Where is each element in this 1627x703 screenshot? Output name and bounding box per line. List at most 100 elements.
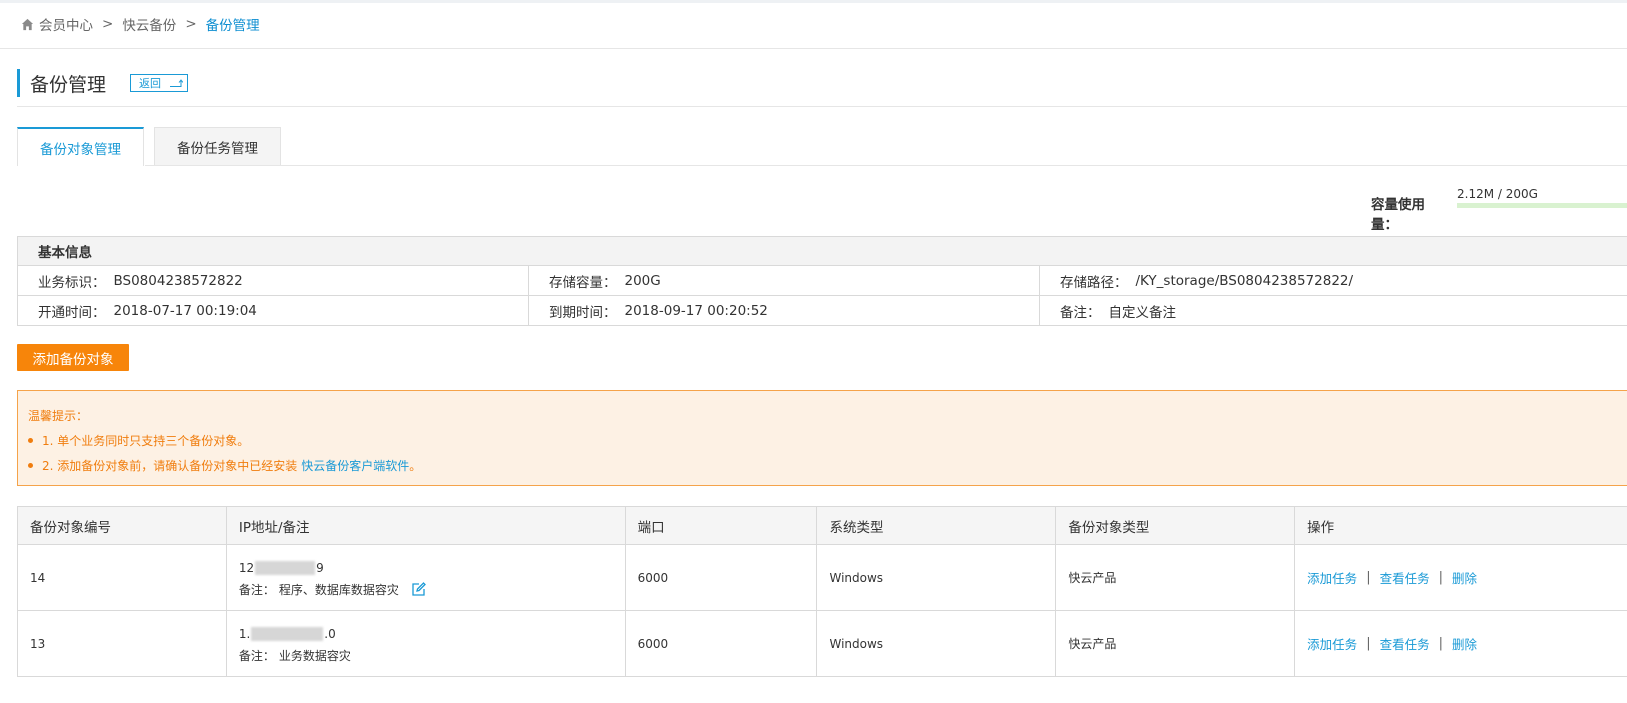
tips-item: 1. 单个业务同时只支持三个备份对象。 [28,432,249,449]
info-value: 自定义备注 [1108,304,1177,321]
cell-actions: 添加任务 | 查看任务 | 删除 [1294,610,1627,677]
cell-port: 6000 [624,544,818,611]
column-header-os: 系统类型 [816,506,1057,545]
ip-address: 1. .0 [239,624,624,644]
info-key: 到期时间： [549,304,617,321]
bullet-icon [28,463,33,468]
info-cell-remark: 备注： 自定义备注 [1040,296,1627,325]
info-cell-storage-path: 存储路径： /KY_storage/BS0804238572822/ [1040,266,1627,295]
column-header-ip: IP地址/备注 [225,506,626,545]
divider [0,48,1627,49]
add-task-link[interactable]: 添加任务 [1307,634,1357,653]
capacity-usage: 容量使用量： 2.12M / 200G [1371,187,1627,233]
cell-object-type: 快云产品 [1055,610,1296,677]
ip-visible-start: 12 [238,560,255,575]
page-header: 备份管理 返回 [17,69,189,97]
ip-visible-end: 9 [316,560,324,575]
note-label: 备注： [238,582,275,597]
edit-icon[interactable] [411,581,426,597]
cell-id: 13 [17,610,227,677]
info-cell-open-time: 开通时间： 2018-07-17 00:19:04 [18,296,529,325]
delete-link[interactable]: 删除 [1452,568,1477,587]
capacity-usage-label: 容量使用量： [1371,197,1425,233]
info-cell-expire-time: 到期时间： 2018-09-17 00:20:52 [529,296,1040,325]
breadcrumb-member-center[interactable]: 会员中心 [39,14,93,34]
note-text: 业务数据容灾 [278,648,351,663]
info-key: 业务标识： [38,274,106,291]
tips-item: 2. 添加备份对象前，请确认备份对象中已经安装 快云备份客户端软件 。 [28,457,421,474]
back-button-label: 返回 [139,77,162,90]
info-value: 2018-07-17 00:19:04 [113,302,257,319]
info-row: 开通时间： 2018-07-17 00:19:04 到期时间： 2018-09-17… [18,296,1627,325]
info-row: 业务标识： BS0804238572822 存储容量： 200G 存储路径： /KY_… [18,266,1627,296]
info-key: 开通时间： [38,304,106,321]
delete-link[interactable]: 删除 [1452,634,1477,653]
redacted-mask [251,626,324,641]
tips-item-text: 1. 单个业务同时只支持三个备份对象。 [42,434,250,448]
info-cell-storage-capacity: 存储容量： 200G [529,266,1040,295]
table-row: 13 1. .0 备注： 业务数据容灾 6000 Windows 快云产品 添加… [17,610,1627,677]
ip-visible-start: 1. [238,626,251,641]
view-tasks-link[interactable]: 查看任务 [1380,568,1430,587]
note-text: 程序、数据库数据容灾 [278,582,399,597]
page-title: 备份管理 [30,73,107,96]
bullet-icon [28,438,33,443]
action-separator: | [1438,570,1443,585]
back-arrow-icon [170,78,184,87]
tab-backup-task-management[interactable]: 备份任务管理 [154,127,281,165]
column-header-port: 端口 [624,506,818,545]
info-value: /KY_storage/BS0804238572822/ [1135,272,1354,289]
breadcrumb: 会员中心 > 快云备份 > 备份管理 [21,14,260,34]
action-separator: | [1366,636,1371,651]
ip-visible-end: .0 [324,626,336,641]
info-cell-business-id: 业务标识： BS0804238572822 [18,266,529,295]
action-separator: | [1438,636,1443,651]
top-border [0,0,1627,3]
info-key: 存储容量： [549,274,617,291]
table-row: 14 12 9 备注： 程序、数据库数据容灾 6000 Windows 快云产品… [17,544,1627,611]
note-label: 备注： [238,648,275,663]
breadcrumb-separator: > [185,16,197,32]
cell-port: 6000 [624,610,818,677]
cell-os: Windows [816,544,1057,611]
column-header-type: 备份对象类型 [1055,506,1296,545]
tips-title: 温馨提示： [28,409,89,423]
row-actions: 添加任务 | 查看任务 | 删除 [1307,634,1627,653]
table-header-row: 备份对象编号 IP地址/备注 端口 系统类型 备份对象类型 操作 [17,506,1627,545]
breadcrumb-current: 备份管理 [205,18,260,34]
home-icon [21,18,34,30]
cell-object-type: 快云产品 [1055,544,1296,611]
breadcrumb-separator: > [102,16,114,32]
cell-id: 14 [17,544,227,611]
basic-info-panel: 基本信息 业务标识： BS0804238572822 存储容量： 200G 存储路径… [17,236,1627,326]
add-task-link[interactable]: 添加任务 [1307,568,1357,587]
back-button[interactable]: 返回 [130,74,189,92]
capacity-usage-value: 2.12M / 200G [1457,187,1538,201]
client-software-link[interactable]: 快云备份客户端软件 [301,457,409,474]
tips-panel: 温馨提示： 1. 单个业务同时只支持三个备份对象。 2. 添加备份对象前，请确认… [17,390,1627,486]
row-actions: 添加任务 | 查看任务 | 删除 [1307,568,1627,587]
ip-address: 12 9 [239,558,624,578]
cell-ip-note: 1. .0 备注： 业务数据容灾 [225,610,626,677]
tab-bar: 备份对象管理 备份任务管理 [17,127,281,166]
info-key: 备注： [1060,304,1101,321]
redacted-mask [255,560,316,575]
divider [17,106,1627,107]
info-value: 200G [624,272,661,289]
column-header-id: 备份对象编号 [17,506,227,545]
cell-os: Windows [816,610,1057,677]
tab-bar-baseline [145,165,1627,166]
breadcrumb-kuaiyun-backup[interactable]: 快云备份 [122,14,176,34]
info-value: BS0804238572822 [113,272,243,289]
tips-item-suffix: 。 [409,459,422,473]
tab-backup-object-management[interactable]: 备份对象管理 [17,127,144,166]
add-backup-object-button[interactable]: 添加备份对象 [17,344,129,371]
action-separator: | [1366,570,1371,585]
view-tasks-link[interactable]: 查看任务 [1380,634,1430,653]
cell-actions: 添加任务 | 查看任务 | 删除 [1294,544,1627,611]
backup-object-table: 备份对象编号 IP地址/备注 端口 系统类型 备份对象类型 操作 14 12 9… [17,506,1627,677]
capacity-usage-bar [1457,203,1627,208]
info-value: 2018-09-17 00:20:52 [624,302,768,319]
object-note: 备注： 业务数据容灾 [239,647,624,664]
tips-item-text: 2. 添加备份对象前，请确认备份对象中已经安装 [42,459,298,473]
